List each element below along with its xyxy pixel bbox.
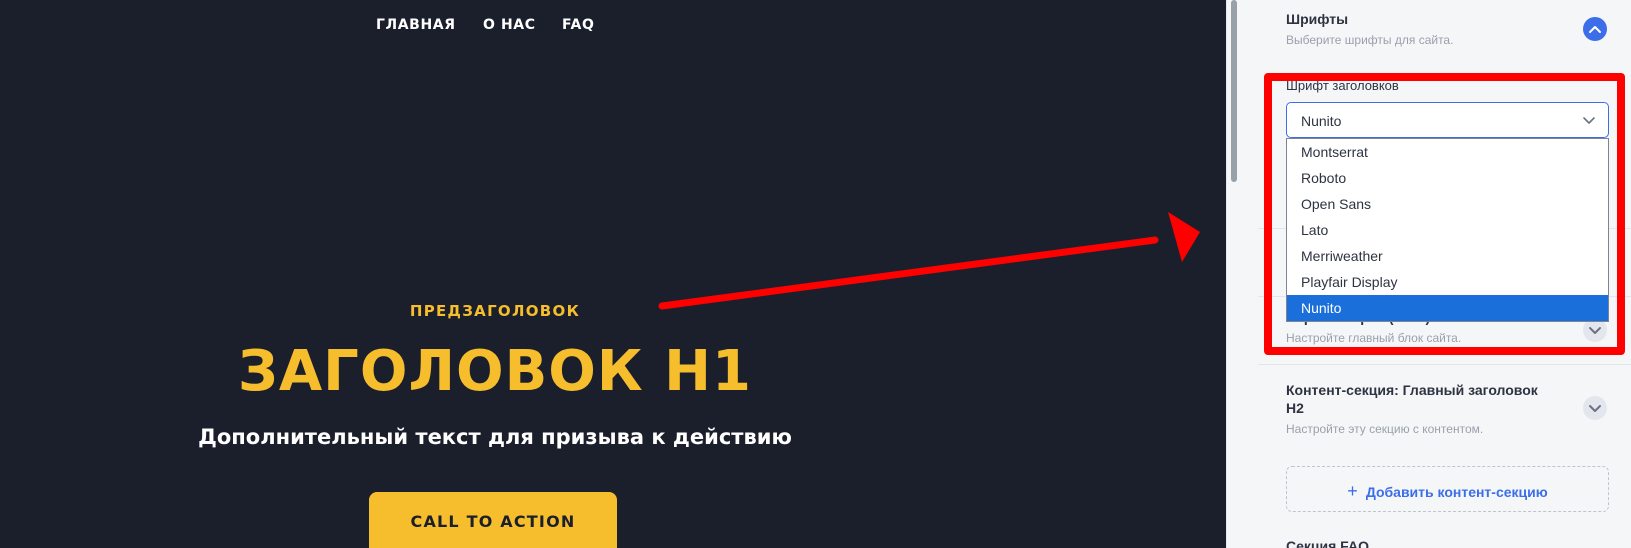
fonts-section-title: Шрифты: [1286, 11, 1349, 27]
content-section-title-line1: Контент-секция: Главный заголовок: [1286, 382, 1538, 398]
nav-link-faq[interactable]: FAQ: [562, 17, 595, 33]
font-option-selected[interactable]: Nunito: [1287, 295, 1608, 321]
chevron-down-icon: [1589, 327, 1601, 334]
font-option[interactable]: Open Sans: [1287, 191, 1608, 217]
nav-link-home[interactable]: ГЛАВНАЯ: [376, 17, 456, 33]
chevron-down-icon: [1583, 117, 1595, 124]
hero-pretitle: ПРЕДЗАГОЛОВОК: [409, 302, 581, 320]
settings-panel: Шрифты Выберите шрифты для сайта. Шрифт …: [1258, 0, 1631, 548]
faq-section-title: Секция FAQ: [1286, 538, 1369, 548]
content-section-title: Контент-секция: Главный заголовок H2: [1286, 381, 1566, 417]
heading-font-label: Шрифт заголовков: [1286, 78, 1399, 93]
hero-section-description: Настройте главный блок сайта.: [1286, 331, 1462, 345]
hero-subtitle: Дополнительный текст для призыва к дейст…: [198, 425, 792, 449]
plus-icon: +: [1347, 481, 1358, 501]
font-option[interactable]: Playfair Display: [1287, 269, 1608, 295]
heading-font-select[interactable]: Nunito: [1286, 102, 1609, 138]
scrollbar-thumb[interactable]: [1231, 0, 1237, 182]
content-section-title-line2: H2: [1286, 400, 1304, 416]
add-content-section-label: Добавить контент-секцию: [1365, 484, 1548, 500]
hero-title: ЗАГОЛОВОК H1: [238, 339, 752, 404]
fonts-section-description: Выберите шрифты для сайта.: [1286, 33, 1454, 47]
content-section-description: Настройте эту секцию с контентом.: [1286, 422, 1484, 436]
font-option[interactable]: Montserrat: [1287, 139, 1608, 165]
font-option[interactable]: Roboto: [1287, 165, 1608, 191]
chevron-down-icon: [1589, 405, 1601, 412]
font-option[interactable]: Merriweather: [1287, 243, 1608, 269]
fonts-collapse-button[interactable]: [1583, 17, 1607, 41]
add-content-section-button[interactable]: + Добавить контент-секцию: [1286, 466, 1609, 512]
section-divider: [1258, 364, 1631, 365]
font-options-listbox[interactable]: Montserrat Roboto Open Sans Lato Merriwe…: [1286, 138, 1609, 322]
font-option[interactable]: Lato: [1287, 217, 1608, 243]
site-nav: ГЛАВНАЯ О НАС FAQ: [0, 0, 1226, 50]
site-preview: ГЛАВНАЯ О НАС FAQ ПРЕДЗАГОЛОВОК ЗАГОЛОВО…: [0, 0, 1226, 548]
heading-font-value: Nunito: [1301, 113, 1342, 129]
cta-button[interactable]: CALL TO ACTION: [369, 492, 617, 548]
content-expand-button[interactable]: [1583, 396, 1607, 420]
chevron-up-icon: [1589, 26, 1601, 33]
nav-link-about[interactable]: О НАС: [483, 17, 536, 33]
